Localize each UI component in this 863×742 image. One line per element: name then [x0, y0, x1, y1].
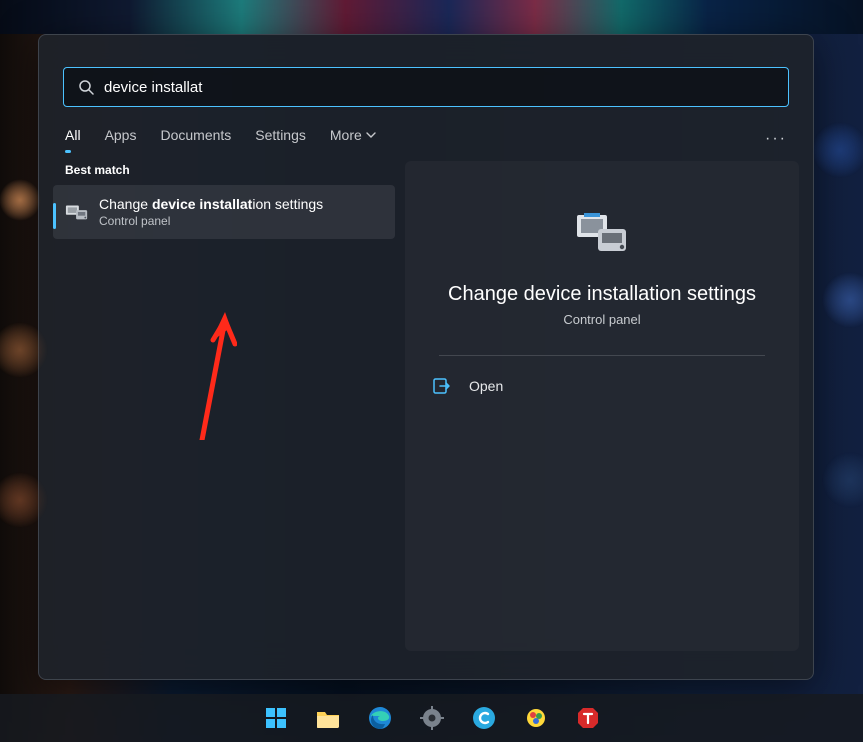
- windows-logo-icon: [264, 706, 288, 730]
- tab-more[interactable]: More: [330, 127, 376, 151]
- detail-title: Change device installation settings: [448, 283, 756, 306]
- best-match-heading: Best match: [65, 163, 395, 177]
- detail-subtitle: Control panel: [563, 312, 640, 327]
- detail-pane: Change device installation settings Cont…: [405, 161, 799, 651]
- c-circle-icon: [472, 706, 496, 730]
- edge-icon: [368, 706, 392, 730]
- file-explorer-button[interactable]: [308, 698, 348, 738]
- taskbar: [0, 694, 863, 742]
- tab-label: Settings: [255, 127, 306, 143]
- search-icon: [78, 79, 94, 95]
- divider: [439, 355, 765, 356]
- edge-button[interactable]: [360, 698, 400, 738]
- folder-icon: [315, 707, 341, 729]
- devices-printer-icon: [574, 205, 630, 261]
- action-open[interactable]: Open: [425, 372, 779, 400]
- search-box[interactable]: [63, 67, 789, 107]
- result-title-match: device installat: [152, 196, 252, 212]
- wallpaper-top-strip: [0, 0, 863, 34]
- more-options-button[interactable]: ···: [765, 130, 787, 148]
- devices-printer-icon: [65, 200, 89, 224]
- open-exit-icon: [433, 378, 451, 394]
- chevron-down-icon: [366, 130, 376, 140]
- results-column: Best match Change device installation se…: [53, 161, 395, 651]
- search-panel: All Apps Documents Settings More ··· Bes…: [38, 34, 814, 680]
- app-t-button[interactable]: [568, 698, 608, 738]
- tab-label: More: [330, 127, 362, 143]
- app-c-button[interactable]: [464, 698, 504, 738]
- search-input[interactable]: [104, 79, 774, 96]
- result-change-device-installation-settings[interactable]: Change device installation settings Cont…: [53, 185, 395, 239]
- desktop-wallpaper: All Apps Documents Settings More ··· Bes…: [0, 0, 863, 742]
- tab-label: Apps: [105, 127, 137, 143]
- result-subtitle: Control panel: [99, 214, 383, 228]
- t-stop-icon: [576, 706, 600, 730]
- settings-button[interactable]: [412, 698, 452, 738]
- search-filter-tabs: All Apps Documents Settings More ···: [39, 107, 813, 151]
- tab-apps[interactable]: Apps: [105, 127, 137, 151]
- result-title: Change device installation settings: [99, 196, 383, 212]
- start-button[interactable]: [256, 698, 296, 738]
- tab-settings[interactable]: Settings: [255, 127, 306, 151]
- gear-icon: [420, 706, 444, 730]
- tab-documents[interactable]: Documents: [160, 127, 231, 151]
- result-title-suffix: ion settings: [252, 196, 323, 212]
- creative-icon: [524, 706, 548, 730]
- tab-all[interactable]: All: [65, 127, 81, 151]
- tab-label: All: [65, 127, 81, 143]
- tab-label: Documents: [160, 127, 231, 143]
- action-label: Open: [469, 378, 503, 394]
- creative-app-button[interactable]: [516, 698, 556, 738]
- result-title-prefix: Change: [99, 196, 152, 212]
